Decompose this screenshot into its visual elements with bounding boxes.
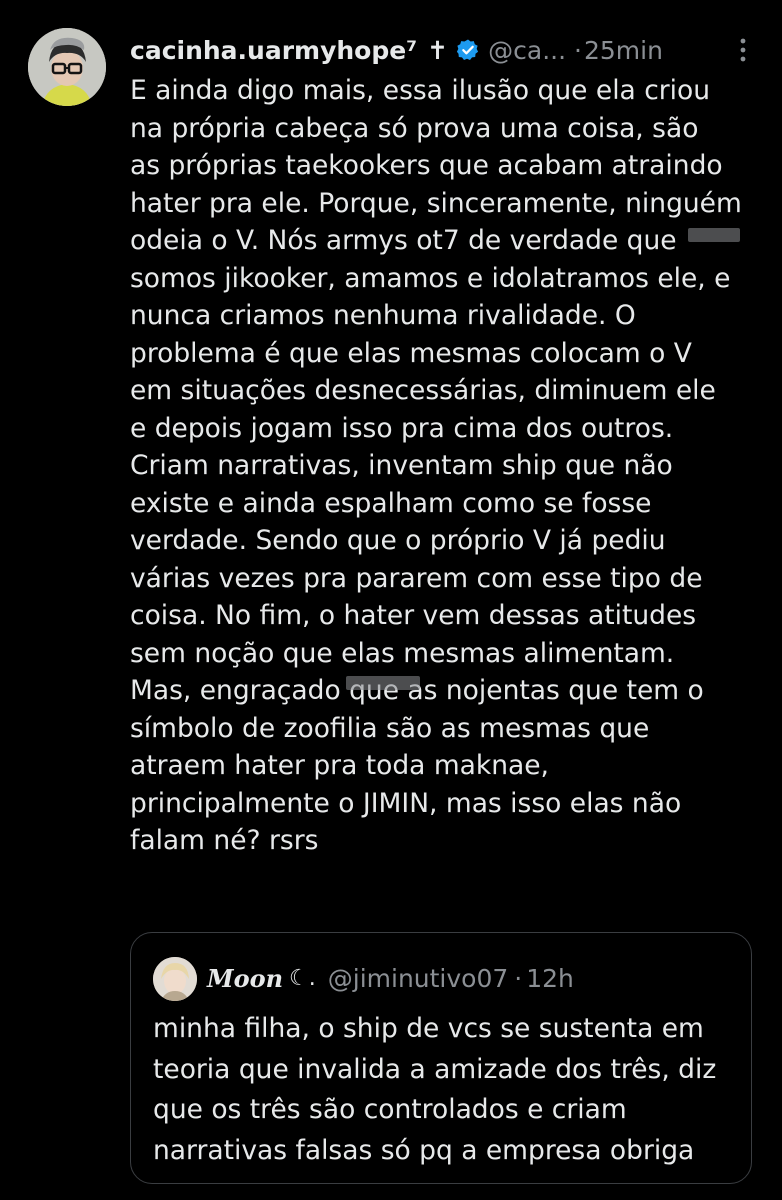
tweet-text-line: existe e ainda espalham como se fosse [130,487,652,519]
more-options-icon[interactable] [740,38,746,62]
tweet-text-line: e depois jogam isso pra cima dos outros. [130,412,674,444]
tweet-text-line: sem noção que elas mesmas alimentam. [130,637,675,669]
tweet-text-line: falam né? rsrs [130,825,319,856]
quoted-text-line: teoria que invalida a amizade dos três, … [153,1053,717,1085]
quoted-username-handle[interactable]: @jiminutivo07 [328,964,509,993]
tweet-text-line: nunca criamos nenhuma rivalidade. O [130,300,636,331]
tweet-text-line: coisa. No fim, o hater vem dessas atitud… [130,600,697,631]
cross-symbol: ✝ [427,35,449,65]
quoted-tweet[interactable]: Moon ☾. @jiminutivo07 · 12h minha filha,… [130,932,752,1184]
tweet-text-line: principalmente o JIMIN, mas isso elas nã… [130,787,682,819]
quoted-user-avatar[interactable] [153,957,197,1001]
header-separator: · [574,35,582,65]
quoted-tweet-text: minha filha, o ship de vcs se sustenta e… [153,1009,743,1171]
tweet-text-line: odeia o V. Nós armys ot7 de verdade que [130,225,677,256]
tweet-text: E ainda digo mais, essa ilusão que ela c… [130,72,770,860]
quoted-text-line: minha filha, o ship de vcs se sustenta e… [153,1013,704,1044]
moon-symbol: ☾. [289,965,316,991]
tweet-text-line: em situações desnecessárias, diminuem el… [130,375,716,406]
tweet-text-line: várias vezes pra pararem com esse tipo d… [130,562,703,594]
tweet-text-line: Mas, engraçado que as nojentas que tem o [130,675,704,706]
tweet-text-line: verdade. Sendo que o próprio V já pediu [130,525,666,556]
tweet-text-line: Criam narrativas, inventam ship que não [130,450,673,481]
display-name[interactable]: cacinha.uarmyhope⁷ [130,36,417,65]
quoted-display-name[interactable]: Moon [207,964,283,993]
tweet-text-line: problema é que elas mesmas colocam o V [130,337,692,369]
tweet-text-line: hater pra ele. Porque, sinceramente, nin… [130,187,742,219]
tweet-text-line: na própria cabeça só prova uma coisa, sã… [130,112,699,144]
tweet-text-line: somos jikooker, amamos e idolatramos ele… [130,262,731,294]
quoted-tweet-header: Moon ☾. @jiminutivo07 · 12h [207,959,574,997]
quoted-header-separator: · [514,963,523,993]
tweet-text-line: as próprias taekookers que acabam atrain… [130,150,723,181]
quoted-timestamp[interactable]: 12h [526,964,574,993]
tweet-header: cacinha.uarmyhope⁷ ✝ @ca... · 25min [130,30,770,70]
highlight-mark [688,228,740,242]
username-handle[interactable]: @ca... [488,36,566,65]
tweet[interactable]: cacinha.uarmyhope⁷ ✝ @ca... · 25min E ai… [0,0,782,1200]
user-avatar[interactable] [28,28,106,106]
quoted-text-line: narrativas falsas só pq a empresa obriga [153,1134,695,1166]
tweet-text-line: símbolo de zoofilia são as mesmas que [130,712,650,744]
quoted-text-line: que os três são controlados e criam [153,1094,627,1125]
verified-badge-icon [457,39,479,60]
highlight-mark [346,676,420,690]
tweet-text-line: E ainda digo mais, essa ilusão que ela c… [130,75,711,106]
timestamp[interactable]: 25min [584,36,663,65]
tweet-text-line: atraem hater pra toda maknae, [130,750,549,781]
